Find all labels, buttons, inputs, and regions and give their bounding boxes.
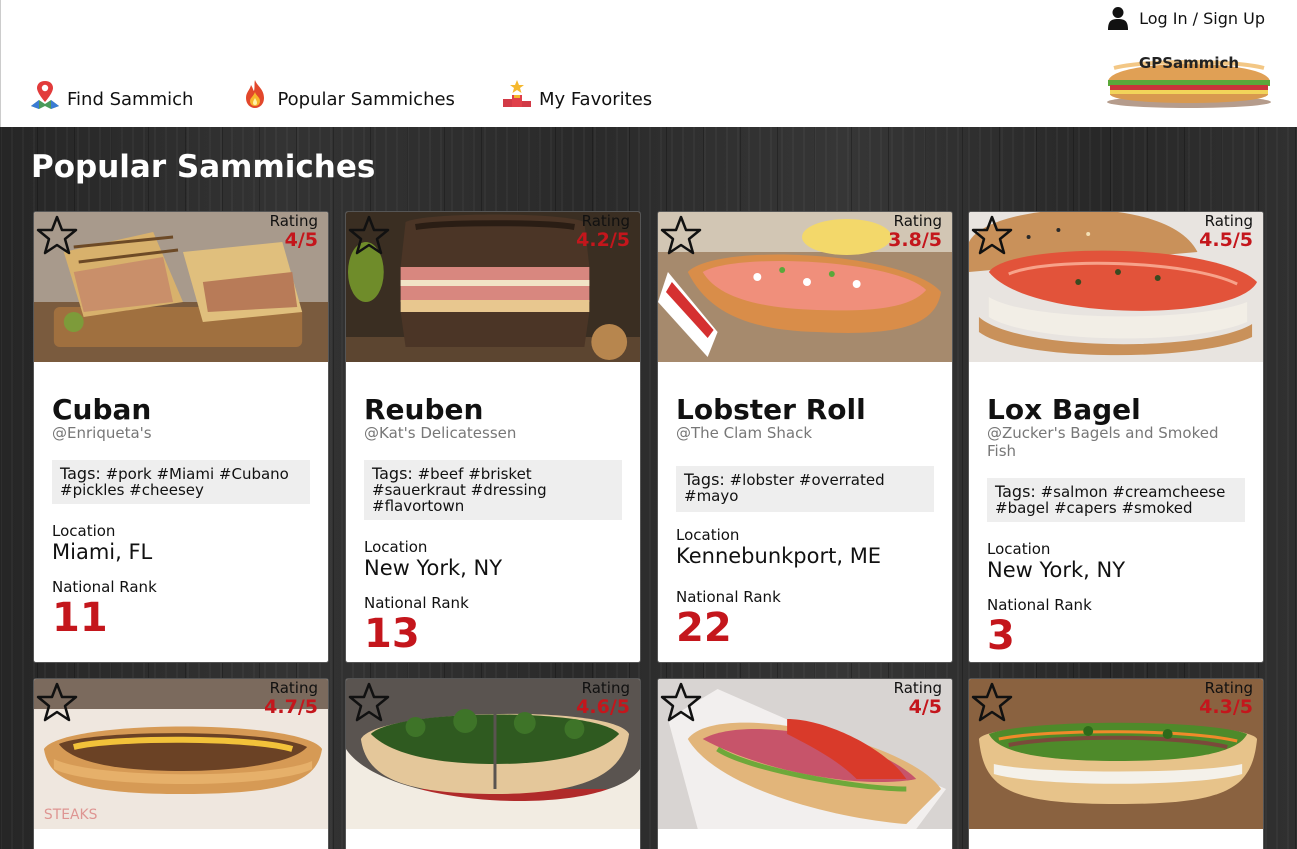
- logo-text: GPSammich: [1139, 54, 1239, 72]
- login-signup-link[interactable]: Log In / Sign Up: [1107, 6, 1265, 30]
- rating-label: Rating: [1204, 212, 1253, 230]
- rating-label: Rating: [1204, 679, 1253, 697]
- tags-box: Tags: #beef #brisket #sauerkraut #dressi…: [364, 460, 622, 520]
- rank-label: National Rank: [676, 588, 781, 606]
- restaurant-handle: @Enriqueta's: [52, 424, 152, 442]
- rating-label: Rating: [581, 679, 630, 697]
- rank-label: National Rank: [987, 596, 1092, 614]
- sandwich-card[interactable]: STEAKS Rating 4.7/5: [33, 678, 329, 849]
- rank-value: 11: [52, 595, 108, 641]
- sandwich-name: Reuben: [364, 393, 484, 426]
- location-value: New York, NY: [987, 558, 1126, 582]
- sandwich-name: Lox Bagel: [987, 393, 1141, 426]
- favorite-star-icon[interactable]: [971, 681, 1013, 723]
- sandwich-card[interactable]: Rating 4/5 Cuban @Enriqueta's Tags: #por…: [33, 211, 329, 663]
- rating-label: Rating: [581, 212, 630, 230]
- favorite-star-icon[interactable]: [36, 681, 78, 723]
- rating-label: Rating: [893, 679, 942, 697]
- sandwich-photo: STEAKS Rating 4.7/5: [34, 679, 328, 829]
- tags-box: Tags: #lobster #overrated #mayo: [676, 466, 934, 512]
- location-label: Location: [52, 522, 116, 540]
- restaurant-handle: @Zucker's Bagels and Smoked Fish: [987, 424, 1219, 460]
- nav-label: Find Sammich: [67, 89, 194, 110]
- rank-value: 22: [676, 605, 732, 651]
- rating-value: 4.5/5: [1199, 229, 1253, 251]
- rating-value: 4/5: [284, 229, 318, 251]
- restaurant-handle: @Kat's Delicatessen: [364, 424, 517, 442]
- rank-value: 3: [987, 613, 1015, 659]
- sandwich-card[interactable]: Rating 4/5: [657, 678, 953, 849]
- nav-my-favorites[interactable]: My Favorites: [501, 78, 652, 110]
- sandwich-photo: Rating 4.5/5: [969, 212, 1263, 362]
- gpsammich-logo[interactable]: GPSammich: [1104, 52, 1274, 110]
- sandwich-name: Lobster Roll: [676, 393, 866, 426]
- nav-label: My Favorites: [538, 89, 653, 110]
- header: Log In / Sign Up Find Sammich Popular Sa…: [0, 0, 1297, 127]
- rank-label: National Rank: [52, 578, 157, 596]
- favorite-star-icon[interactable]: [348, 681, 390, 723]
- page-title: Popular Sammiches: [31, 149, 376, 185]
- location-label: Location: [987, 540, 1051, 558]
- rating-label: Rating: [269, 212, 318, 230]
- location-label: Location: [676, 526, 740, 544]
- flame-icon: [246, 80, 265, 108]
- sandwich-photo: Rating 4/5: [34, 212, 328, 362]
- favorite-star-icon[interactable]: [348, 214, 390, 256]
- sandwich-card[interactable]: Rating 4.3/5: [968, 678, 1264, 849]
- favorite-star-icon[interactable]: [36, 214, 78, 256]
- login-label: Log In / Sign Up: [1139, 8, 1265, 28]
- favorite-star-icon[interactable]: [660, 681, 702, 723]
- rating-value: 4.2/5: [576, 229, 630, 251]
- sandwich-photo: Rating 4.3/5: [969, 679, 1263, 829]
- sandwich-photo: Rating 4/5: [658, 679, 952, 829]
- restaurant-handle: @The Clam Shack: [676, 424, 813, 442]
- rank-value: 13: [364, 611, 420, 657]
- location-value: Kennebunkport, ME: [676, 544, 882, 568]
- sandwich-photo: Rating 4.2/5: [346, 212, 640, 362]
- map-pin-icon: [31, 81, 59, 109]
- rating-value: 4/5: [908, 696, 942, 718]
- tags-box: Tags: #salmon #creamcheese #bagel #caper…: [987, 478, 1245, 522]
- sandwich-card[interactable]: Rating 4.6/5: [345, 678, 641, 849]
- tags-box: Tags: #pork #Miami #Cubano #pickles #che…: [52, 460, 310, 504]
- svg-text:STEAKS: STEAKS: [44, 807, 98, 823]
- location-label: Location: [364, 538, 428, 556]
- rating-label: Rating: [269, 679, 318, 697]
- rank-label: National Rank: [364, 594, 469, 612]
- location-value: New York, NY: [364, 556, 503, 580]
- rating-value: 3.8/5: [888, 229, 942, 251]
- favorite-star-icon[interactable]: [660, 214, 702, 256]
- rating-value: 4.6/5: [576, 696, 630, 718]
- sandwich-card[interactable]: Rating 4.5/5 Lox Bagel @Zucker's Bagels …: [968, 211, 1264, 663]
- nav-popular-sammiches[interactable]: Popular Sammiches: [239, 78, 455, 110]
- sandwich-photo: Rating 4.6/5: [346, 679, 640, 829]
- user-icon: [1108, 7, 1129, 30]
- sandwich-card[interactable]: Rating 3.8/5 Lobster Roll @The Clam Shac…: [657, 211, 953, 663]
- trophy-icon: [502, 80, 531, 107]
- favorite-star-icon[interactable]: [971, 214, 1013, 256]
- rating-label: Rating: [893, 212, 942, 230]
- nav-label: Popular Sammiches: [277, 89, 455, 110]
- nav-find-sammich[interactable]: Find Sammich: [29, 78, 193, 110]
- rating-value: 4.7/5: [264, 696, 318, 718]
- rating-value: 4.3/5: [1199, 696, 1253, 718]
- sandwich-name: Cuban: [52, 393, 152, 426]
- sandwich-card[interactable]: Rating 4.2/5 Reuben @Kat's Delicatessen …: [345, 211, 641, 663]
- main-content: Popular Sammiches Rating 4/5 Cuban @Enri…: [0, 127, 1297, 849]
- sandwich-photo: Rating 3.8/5: [658, 212, 952, 362]
- location-value: Miami, FL: [52, 540, 153, 564]
- main-nav: Find Sammich Popular Sammiches My Favori…: [29, 78, 698, 110]
